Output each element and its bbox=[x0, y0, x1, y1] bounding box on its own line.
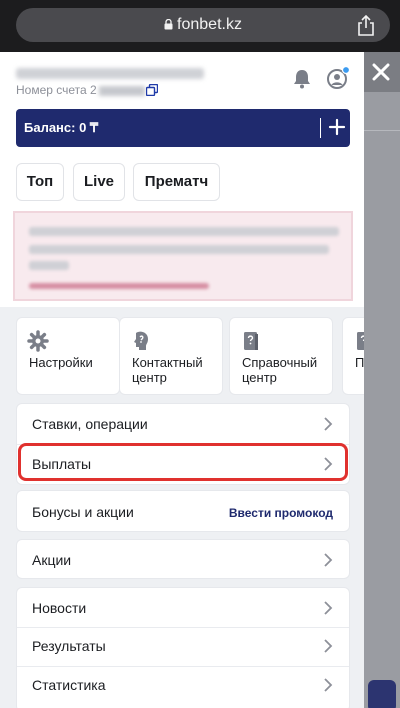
close-icon[interactable] bbox=[369, 60, 393, 84]
bonuses-label: Бонусы и акции bbox=[32, 504, 134, 520]
account-number-redacted bbox=[98, 85, 145, 96]
menu-header-area: Номер счета 2 Баланс: 0 ₸ Топ Live Према… bbox=[0, 52, 364, 307]
tile-partial[interactable]: П bbox=[342, 317, 364, 395]
promotions-item[interactable]: Акции bbox=[16, 539, 350, 579]
tab-prematch[interactable]: Прематч bbox=[133, 163, 220, 201]
tile-contact-center[interactable]: Контактный центр bbox=[119, 317, 223, 395]
balance-label: Баланс: 0 ₸ bbox=[24, 120, 99, 135]
contact-center-icon bbox=[134, 331, 148, 350]
news-label: Новости bbox=[32, 600, 87, 616]
profile-icon[interactable] bbox=[326, 66, 350, 90]
copy-icon[interactable] bbox=[146, 84, 158, 96]
statistics-item[interactable]: Статистика bbox=[17, 667, 349, 707]
background-divider bbox=[364, 130, 400, 131]
tile-label: Контактный центр bbox=[132, 355, 203, 385]
tile-label: Справочный центр bbox=[242, 355, 318, 385]
document-icon bbox=[357, 332, 364, 350]
tile-label: П bbox=[355, 355, 364, 370]
promo-banner-redacted[interactable] bbox=[13, 211, 353, 301]
enter-promo-code-link[interactable]: Ввести промокод bbox=[229, 506, 333, 520]
tile-label: Настройки bbox=[29, 355, 93, 370]
chevron-right-icon bbox=[324, 553, 333, 567]
bets-operations-label: Ставки, операции bbox=[32, 416, 148, 432]
redacted-text-line bbox=[29, 245, 329, 254]
url-text: fonbet.kz bbox=[177, 16, 242, 33]
background-page-overlay[interactable] bbox=[364, 52, 400, 708]
bell-icon[interactable] bbox=[291, 68, 313, 90]
tile-help-center[interactable]: Справочный центр bbox=[229, 317, 333, 395]
balance-divider bbox=[320, 118, 321, 138]
tab-live[interactable]: Live bbox=[73, 163, 125, 201]
balance-bar[interactable]: Баланс: 0 ₸ bbox=[16, 109, 350, 147]
chevron-right-icon bbox=[324, 639, 333, 653]
info-group: Новости Результаты Статистика bbox=[16, 587, 350, 708]
chevron-right-icon bbox=[324, 417, 333, 431]
results-item[interactable]: Результаты bbox=[17, 628, 349, 666]
tile-settings[interactable]: Настройки bbox=[16, 317, 120, 395]
browser-toolbar: fonbet.kz bbox=[0, 0, 400, 52]
bonuses-item[interactable]: Бонусы и акции Ввести промокод bbox=[16, 490, 350, 532]
user-name-redacted bbox=[16, 68, 204, 79]
address-bar[interactable]: fonbet.kz bbox=[16, 8, 390, 42]
share-icon[interactable] bbox=[356, 15, 376, 37]
url-display: fonbet.kz bbox=[16, 16, 390, 34]
bets-operations-item[interactable]: Ставки, операции bbox=[17, 404, 349, 444]
statistics-label: Статистика bbox=[32, 677, 106, 693]
background-floating-button bbox=[368, 680, 396, 708]
lock-icon bbox=[164, 19, 173, 30]
help-book-icon bbox=[244, 332, 258, 350]
tab-top[interactable]: Топ bbox=[16, 163, 64, 201]
account-label: Номер счета bbox=[16, 83, 87, 97]
results-label: Результаты bbox=[32, 638, 106, 654]
redacted-text-line bbox=[29, 261, 69, 270]
promotions-label: Акции bbox=[32, 552, 72, 568]
payouts-highlight-outline bbox=[18, 443, 348, 481]
chevron-right-icon bbox=[324, 601, 333, 615]
account-number-prefix: 2 bbox=[90, 83, 97, 97]
side-menu: Номер счета 2 Баланс: 0 ₸ Топ Live Према… bbox=[0, 52, 364, 708]
account-number-line: Номер счета 2 bbox=[16, 83, 145, 97]
plus-icon[interactable] bbox=[327, 117, 347, 137]
gear-icon bbox=[27, 330, 49, 352]
news-item[interactable]: Новости bbox=[17, 588, 349, 628]
redacted-link-line bbox=[29, 283, 209, 289]
redacted-text-line bbox=[29, 227, 339, 236]
chevron-right-icon bbox=[324, 678, 333, 692]
